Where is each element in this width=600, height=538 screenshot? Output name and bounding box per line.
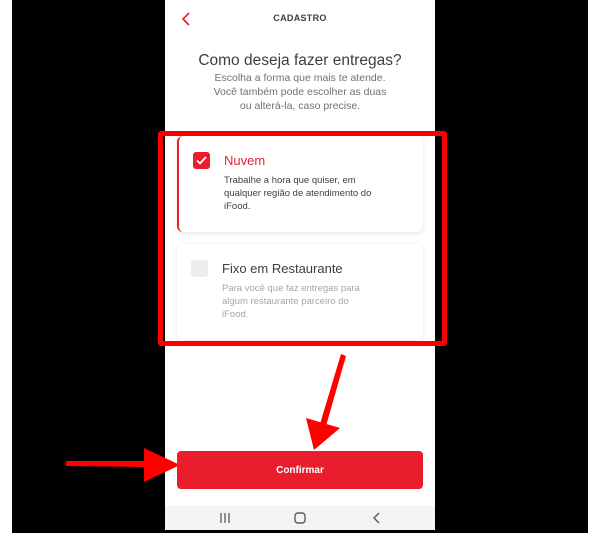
screenshot-stage: CADASTRO Como deseja fazer entregas? Esc…	[0, 0, 600, 538]
annotation-highlight-box	[158, 131, 447, 346]
subtitle-line: Escolha a forma que mais te atende.	[214, 72, 386, 84]
confirm-button[interactable]: Confirmar	[177, 451, 423, 489]
header-title: CADASTRO	[273, 13, 327, 23]
recents-icon[interactable]	[217, 510, 233, 526]
question-title: Como deseja fazer entregas?	[198, 52, 402, 69]
subtitle-line: Você também pode escolher as duas	[213, 86, 387, 98]
annotation-arrow-right-icon	[66, 448, 180, 482]
back-icon[interactable]	[369, 510, 385, 526]
question-subtitle: Escolha a forma que mais te atende. Você…	[190, 71, 410, 113]
home-icon[interactable]	[292, 510, 308, 526]
system-nav-bar	[165, 506, 435, 530]
annotation-arrow-down-icon	[306, 354, 346, 450]
subtitle-line: ou alterá-la, caso precise.	[239, 100, 361, 112]
